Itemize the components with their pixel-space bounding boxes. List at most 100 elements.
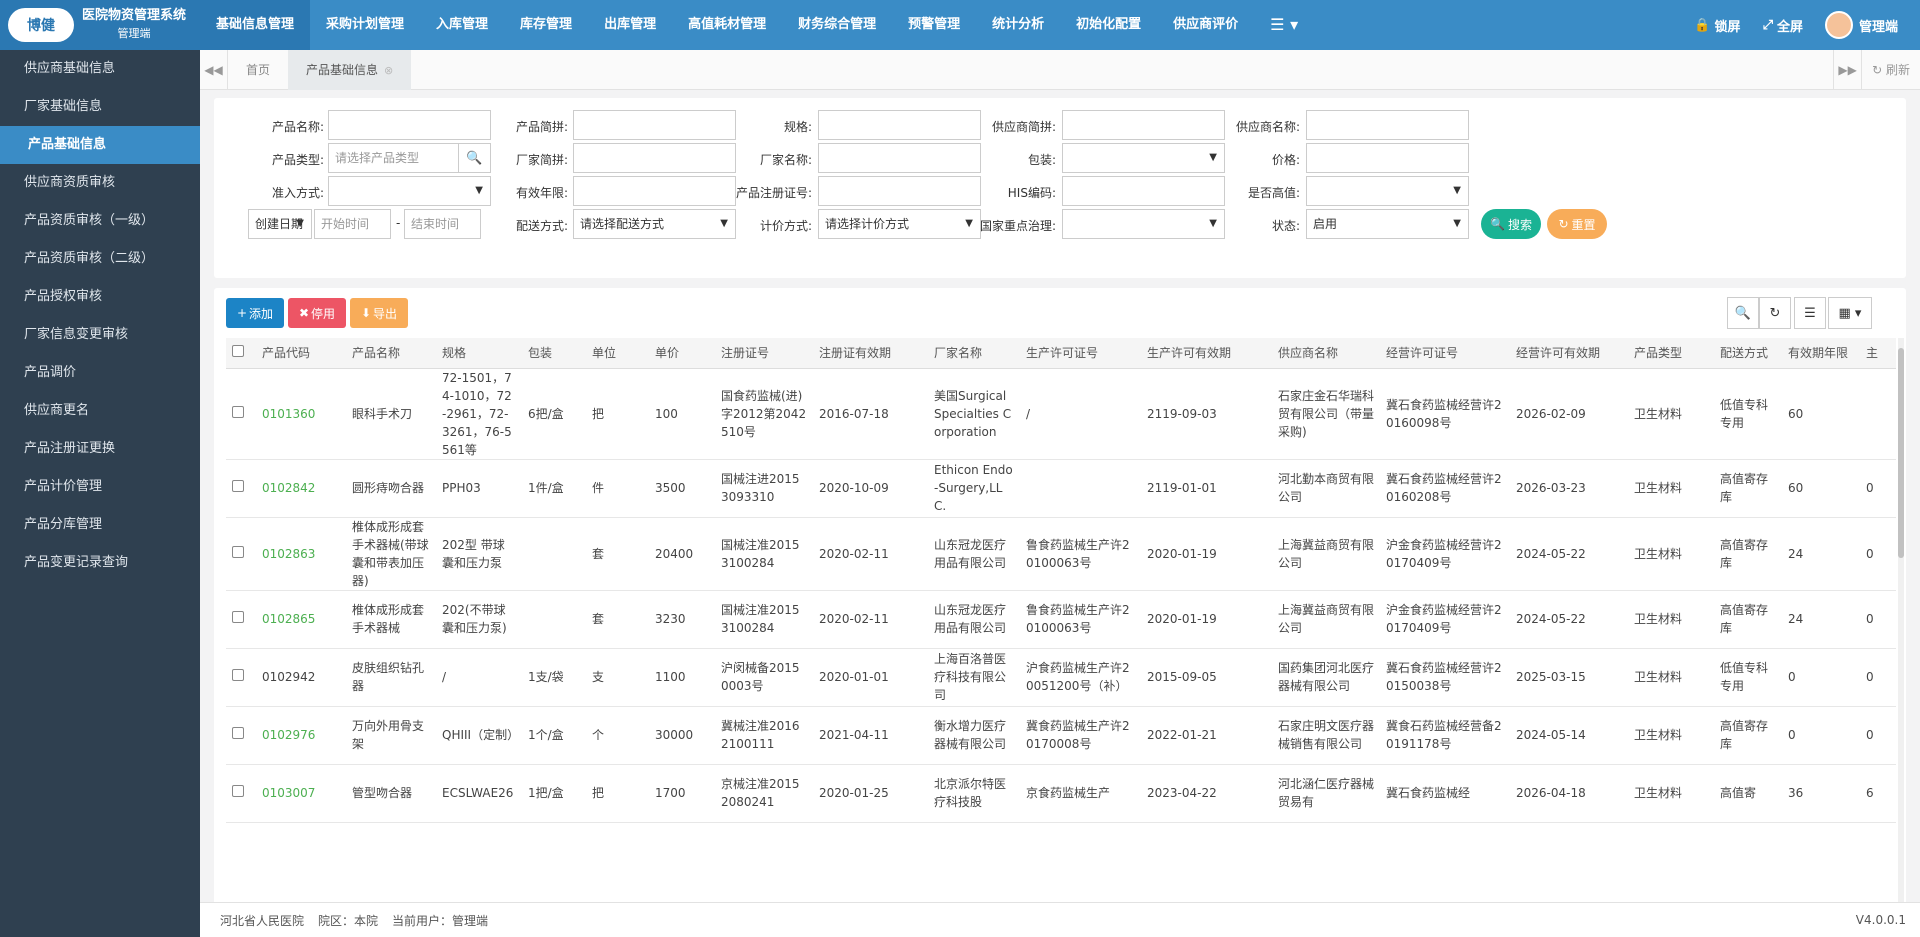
sidebar-item[interactable]: 厂家信息变更审核 [0,316,200,354]
table-row[interactable]: 0102865 椎体成形成套手术器械 202(不带球囊和压力泵) 套 3230 国械注准2… [226,590,1896,649]
nav-item[interactable]: 基础信息管理 [200,0,311,50]
column-header[interactable]: 产品代码 [256,338,346,369]
nav-item[interactable]: 财务综合管理 [782,0,892,50]
product-code-link[interactable]: 0102976 [256,706,346,765]
column-header[interactable]: 经营许可有效期 [1510,338,1628,369]
row-checkbox[interactable] [226,459,256,518]
more-menu-button[interactable]: ☰ ▾ [1254,0,1314,50]
nav-item[interactable]: 入库管理 [420,0,504,50]
product-code-link[interactable]: 0102842 [256,459,346,518]
sidebar-item[interactable]: 供应商资质审核 [0,164,200,202]
sidebar-item[interactable]: 产品计价管理 [0,468,200,506]
product-code-link[interactable]: 0101360 [256,368,346,460]
row-checkbox[interactable] [226,517,256,591]
table-row[interactable]: 0102976 万向外用骨支架 QHIII（定制） 1个/盒个 30000 冀械注准201… [226,706,1896,765]
row-checkbox[interactable] [226,648,256,707]
column-header[interactable]: 包装 [522,338,586,369]
nav-item[interactable]: 供应商评价 [1157,0,1254,50]
product-code-link[interactable]: 0102863 [256,517,346,591]
column-header[interactable]: 生产许可证号 [1020,338,1141,369]
table-cell: 2024-05-22 [1510,517,1628,591]
column-header[interactable]: 有效期年限 [1782,338,1860,369]
product-code-link[interactable]: 0102865 [256,590,346,649]
add-button[interactable]: + 添加 [226,298,284,328]
row-checkbox[interactable] [226,764,256,823]
sidebar-item[interactable]: 产品分库管理 [0,506,200,544]
product-code-link[interactable]: 0103007 [256,764,346,823]
reset-button[interactable]: ↻ 重置 [1547,209,1607,239]
table-cell: 把 [586,764,649,823]
table-row[interactable]: 0102842 圆形痔吻合器 PPH03 1件/盒件 3500 国械注进201530933… [226,459,1896,518]
disable-button[interactable]: ✖ 停用 [288,298,346,328]
sidebar-item[interactable]: 产品资质审核（二级） [0,240,200,278]
table-cell: PPH03 [436,459,522,518]
column-header[interactable]: 单价 [649,338,715,369]
table-row[interactable]: 0102863 椎体成形成套手术器械(带球囊和带表加压器) 202型 带球囊和压力泵… [226,517,1896,591]
row-checkbox[interactable] [226,368,256,460]
table-refresh-icon[interactable]: ↻ [1759,297,1791,329]
table-panel: + 添加 ✖ 停用 ⬇ 导出 🔍 ↻ ☰ ▦ ▾ 产品代码 产品名称 规格 包装 单位 单价 注册… [214,288,1906,908]
product-type-input[interactable]: 请选择产品类型 [328,143,459,173]
nav-item[interactable]: 库存管理 [504,0,588,50]
select-all-checkbox[interactable] [226,338,256,369]
start-date-input[interactable]: 开始时间 [314,209,391,239]
tabs-back-icon[interactable]: ◀◀ [200,49,228,90]
nav-item[interactable]: 预警管理 [892,0,976,50]
sidebar-item[interactable]: 产品注册证更换 [0,430,200,468]
sidebar-item[interactable]: 供应商更名 [0,392,200,430]
column-header[interactable]: 产品名称 [346,338,436,369]
column-header[interactable]: 单位 [586,338,649,369]
price-input[interactable] [1306,143,1469,173]
tab-home[interactable]: 首页 [228,50,288,90]
sidebar-item[interactable]: 产品基础信息 [0,126,200,164]
table-scrollbar-thumb[interactable] [1898,348,1904,558]
column-header[interactable]: 注册证有效期 [813,338,928,369]
status-select[interactable]: 启用 ▼ [1306,209,1469,239]
table-cell: 0 [1782,706,1860,765]
fullscreen-button[interactable]: ⤢ 全屏 [1763,16,1803,35]
close-icon[interactable]: ⊗ [384,64,393,77]
column-header[interactable]: 主 [1860,338,1896,369]
user-menu[interactable]: 管理端 [1824,11,1898,39]
column-header[interactable]: 注册证号 [715,338,813,369]
tabs-forward-icon[interactable]: ▶▶ [1833,50,1861,90]
tab-product-basic[interactable]: 产品基础信息 ⊗ [288,49,412,90]
table-row[interactable]: 0102942 皮肤组织钻孔器/1支/袋支 1100 沪闵械备20150003号 202… [226,648,1896,707]
sidebar-item[interactable]: 厂家基础信息 [0,88,200,126]
column-header[interactable]: 经营许可证号 [1380,338,1510,369]
sidebar-item[interactable]: 产品授权审核 [0,278,200,316]
nav-item[interactable]: 统计分析 [976,0,1060,50]
nav-item[interactable]: 采购计划管理 [310,0,420,50]
date-type-select[interactable]: 创建日期 ▼ [248,209,312,239]
high-value-select[interactable]: ▼ [1306,176,1469,206]
column-header[interactable]: 厂家名称 [928,338,1020,369]
search-button[interactable]: 🔍 搜索 [1481,209,1541,239]
table-cell: 国械注进20153093310 [715,459,813,518]
toggle-view-icon[interactable]: ☰ [1794,297,1826,329]
export-button[interactable]: ⬇ 导出 [350,298,408,328]
sidebar-item[interactable]: 产品变更记录查询 [0,544,200,582]
column-header[interactable]: 供应商名称 [1272,338,1380,369]
sidebar-item[interactable]: 产品调价 [0,354,200,392]
supplier-name-input[interactable] [1306,110,1469,140]
sidebar-item[interactable]: 供应商基础信息 [0,50,200,88]
column-header[interactable]: 生产许可有效期 [1141,338,1272,369]
table-search-icon[interactable]: 🔍 [1727,297,1759,329]
column-header[interactable]: 配送方式 [1714,338,1782,369]
column-header[interactable]: 产品类型 [1628,338,1714,369]
table-row[interactable]: 0101360 眼科手术刀 72-1501，74-1010，72-2961，72-3… [226,368,1896,460]
table-row[interactable]: 0103007 管型吻合器 ECSLWAE26 1把/盒把 1700 京械注准201520… [226,764,1896,823]
lock-screen-button[interactable]: 🔒 锁屏 [1694,16,1740,35]
column-header[interactable]: 规格 [436,338,522,369]
columns-icon[interactable]: ▦ ▾ [1828,297,1872,329]
refresh-tab-button[interactable]: ↻ 刷新 [1861,50,1920,90]
nav-item[interactable]: 高值耗材管理 [672,0,782,50]
nav-item[interactable]: 出库管理 [588,0,672,50]
label-product-name: 产品名称: [271,120,324,134]
row-checkbox[interactable] [226,590,256,649]
row-checkbox[interactable] [226,706,256,765]
product-code-link[interactable]: 0102942 [256,648,346,707]
nav-item[interactable]: 初始化配置 [1060,0,1157,50]
table-cell: 管型吻合器 [346,764,436,823]
sidebar-item[interactable]: 产品资质审核（一级） [0,202,200,240]
